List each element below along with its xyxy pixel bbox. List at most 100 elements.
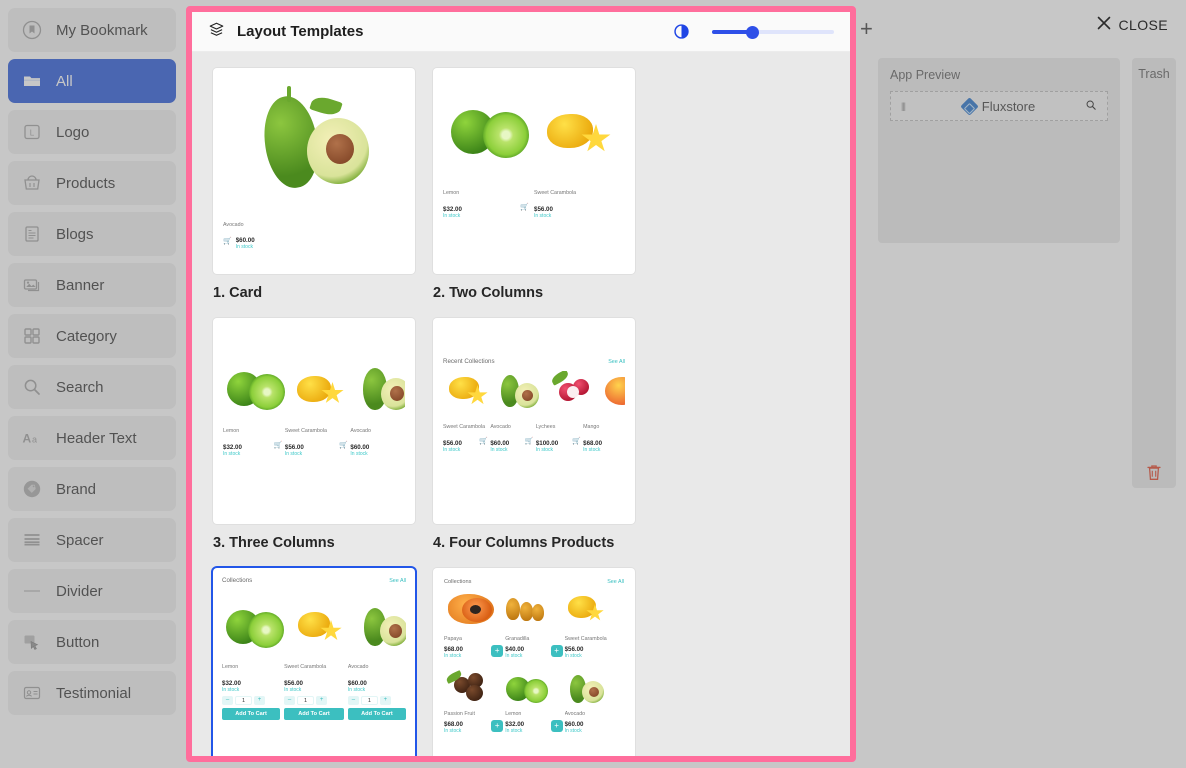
qty-minus-button[interactable]: – xyxy=(284,696,296,705)
cart-icon[interactable]: 🛒 xyxy=(525,437,534,445)
template-card-2[interactable]: Lemon $32.00 In stock 🛒 Sweet Carambola … xyxy=(433,68,635,274)
cart-icon[interactable]: 🛒 xyxy=(223,237,232,245)
qty-minus-button[interactable]: – xyxy=(222,696,233,705)
logo-icon: L xyxy=(22,122,42,142)
qty-plus-button[interactable]: + xyxy=(316,696,328,705)
see-all-link[interactable]: See All xyxy=(607,579,624,585)
template-card-5[interactable]: Collections See All Lemon $32.00 In stoc… xyxy=(213,568,415,756)
cart-icon[interactable]: 🛒 xyxy=(572,437,581,445)
quantity-stepper[interactable]: – 1 + xyxy=(347,696,406,705)
sidebar-item-brand[interactable]: Brand xyxy=(8,467,176,511)
sidebar-item-label: Header Text xyxy=(56,429,137,447)
sidebar-item-my-bookmark[interactable]: My Bookmark xyxy=(8,8,176,52)
template-card-4[interactable]: Recent Collections See All Sweet Carambo… xyxy=(433,318,635,524)
template-card-6[interactable]: Collections See All Papaya $68.00 In sto… xyxy=(433,568,635,756)
product-stock: In stock xyxy=(564,728,582,734)
contrast-icon[interactable] xyxy=(673,23,690,40)
add-to-cart-icon-button[interactable]: + xyxy=(550,720,563,732)
brand-name: Fluxstore xyxy=(981,98,1036,114)
cart-icon[interactable]: 🛒 xyxy=(339,441,348,449)
testimonial-icon xyxy=(22,683,42,703)
template-card-1[interactable]: Avocado 🛒 $60.00 In stock xyxy=(213,68,415,274)
sidebar-item-label: Testimonial xyxy=(56,684,132,702)
quantity-stepper[interactable]: – 1 + xyxy=(222,696,280,705)
product-name: Avocado xyxy=(223,222,244,228)
product-stock: In stock xyxy=(235,244,253,250)
sidebar-item-label: Spacer xyxy=(56,531,104,549)
product-price: $56.00 xyxy=(564,646,584,653)
trash-title: Trash xyxy=(1138,67,1170,81)
bookmark-icon xyxy=(22,20,42,40)
cart-icon[interactable]: 🛒 xyxy=(479,437,488,445)
template-label-2: 2. Two Columns xyxy=(433,285,544,301)
product-stock: In stock xyxy=(347,687,366,693)
add-to-cart-button[interactable]: Add To Cart xyxy=(347,708,406,721)
modal-header: Layout Templates xyxy=(192,12,850,52)
button-click-icon xyxy=(22,632,42,652)
add-to-cart-button[interactable]: Add To Cart xyxy=(222,708,281,721)
preview-widget-row[interactable]: ||| Fluxstore xyxy=(890,91,1108,121)
qty-value[interactable]: 1 xyxy=(297,696,315,705)
sidebar-item-label: Button xyxy=(56,633,100,651)
template-label-1: 1. Card xyxy=(213,285,263,301)
slider-thumb[interactable] xyxy=(746,25,759,39)
product-name: Lychees xyxy=(535,424,556,430)
template-cell: Collections See All xyxy=(424,564,644,756)
see-all-link[interactable]: See All xyxy=(389,578,406,584)
zoom-slider[interactable] xyxy=(712,24,834,40)
add-to-cart-icon-button[interactable]: + xyxy=(491,645,504,657)
add-to-cart-icon-button[interactable]: + xyxy=(491,720,504,732)
template-label-3: 3. Three Columns xyxy=(213,535,335,551)
qty-value[interactable]: 1 xyxy=(360,696,378,705)
product-price: $60.00 xyxy=(347,680,367,687)
sidebar-item-label: Search xyxy=(56,378,104,396)
product-name: Avocado xyxy=(350,428,371,434)
sidebar-item-header-text[interactable]: Aa Header Text xyxy=(8,416,176,460)
template-card-3[interactable]: Lemon $32.00 In stock 🛒 Sweet Carambola … xyxy=(213,318,415,524)
sidebar-item-button[interactable]: Button xyxy=(8,620,176,664)
header-text-icon: Aa xyxy=(22,428,42,448)
sidebar-item-logo[interactable]: L Logo xyxy=(8,110,176,154)
add-widget-button[interactable]: + xyxy=(860,16,873,42)
qty-minus-button[interactable]: – xyxy=(347,696,359,705)
widget-sidebar: My Bookmark All L Logo Products Blogs Ba… xyxy=(0,0,184,768)
product-price: $60.00 xyxy=(235,237,255,244)
search-icon[interactable] xyxy=(1085,99,1097,114)
product-name: Lemon xyxy=(223,428,240,434)
sidebar-item-blogs[interactable]: Blogs xyxy=(8,212,176,256)
sidebar-item-testimonial[interactable]: Testimonial xyxy=(8,671,176,715)
qty-plus-button[interactable]: + xyxy=(254,696,265,705)
product-stock: In stock xyxy=(222,687,240,693)
product-name: Papaya xyxy=(444,636,462,642)
sidebar-item-spacer[interactable]: Spacer xyxy=(8,518,176,562)
sidebar-item-banner[interactable]: Banner xyxy=(8,263,176,307)
trash-panel[interactable]: Trash xyxy=(1132,58,1176,488)
quantity-stepper[interactable]: – 1 + xyxy=(284,696,344,705)
close-button[interactable]: CLOSE xyxy=(1097,16,1168,33)
product-name: Avocado xyxy=(564,711,586,717)
layout-templates-modal: Layout Templates Avocado 🛒 $60.00 In sto… xyxy=(186,6,856,762)
sidebar-item-category[interactable]: Category xyxy=(8,314,176,358)
add-to-cart-icon-button[interactable]: + xyxy=(550,645,563,657)
spacer-icon xyxy=(22,530,42,550)
sidebar-item-all[interactable]: All xyxy=(8,59,176,103)
qty-value[interactable]: 1 xyxy=(235,696,252,705)
cart-icon[interactable]: 🛒 xyxy=(274,441,283,449)
sidebar-item-search[interactable]: Search xyxy=(8,365,176,409)
sidebar-item-divider[interactable]: Divider xyxy=(8,569,176,613)
add-to-cart-button[interactable]: Add To Cart xyxy=(284,708,344,721)
sidebar-item-label: Products xyxy=(56,174,116,192)
blogs-icon xyxy=(22,224,42,244)
product-name: Granadilla xyxy=(505,636,530,642)
qty-plus-button[interactable]: + xyxy=(379,696,391,705)
trash-can-icon[interactable] xyxy=(1146,463,1163,487)
cart-icon[interactable]: 🛒 xyxy=(520,203,529,211)
product-price: $60.00 xyxy=(564,721,584,728)
sidebar-item-products[interactable]: Products xyxy=(8,161,176,205)
template-cell: Collections See All xyxy=(204,564,424,756)
app-root: My Bookmark All L Logo Products Blogs Ba… xyxy=(0,0,1186,768)
see-all-link[interactable]: See All xyxy=(608,359,625,365)
template-cell: Lemon $32.00 In stock 🛒 Sweet Carambola … xyxy=(424,64,644,314)
product-stock: In stock xyxy=(564,653,582,659)
product-stock: In stock xyxy=(534,213,552,219)
